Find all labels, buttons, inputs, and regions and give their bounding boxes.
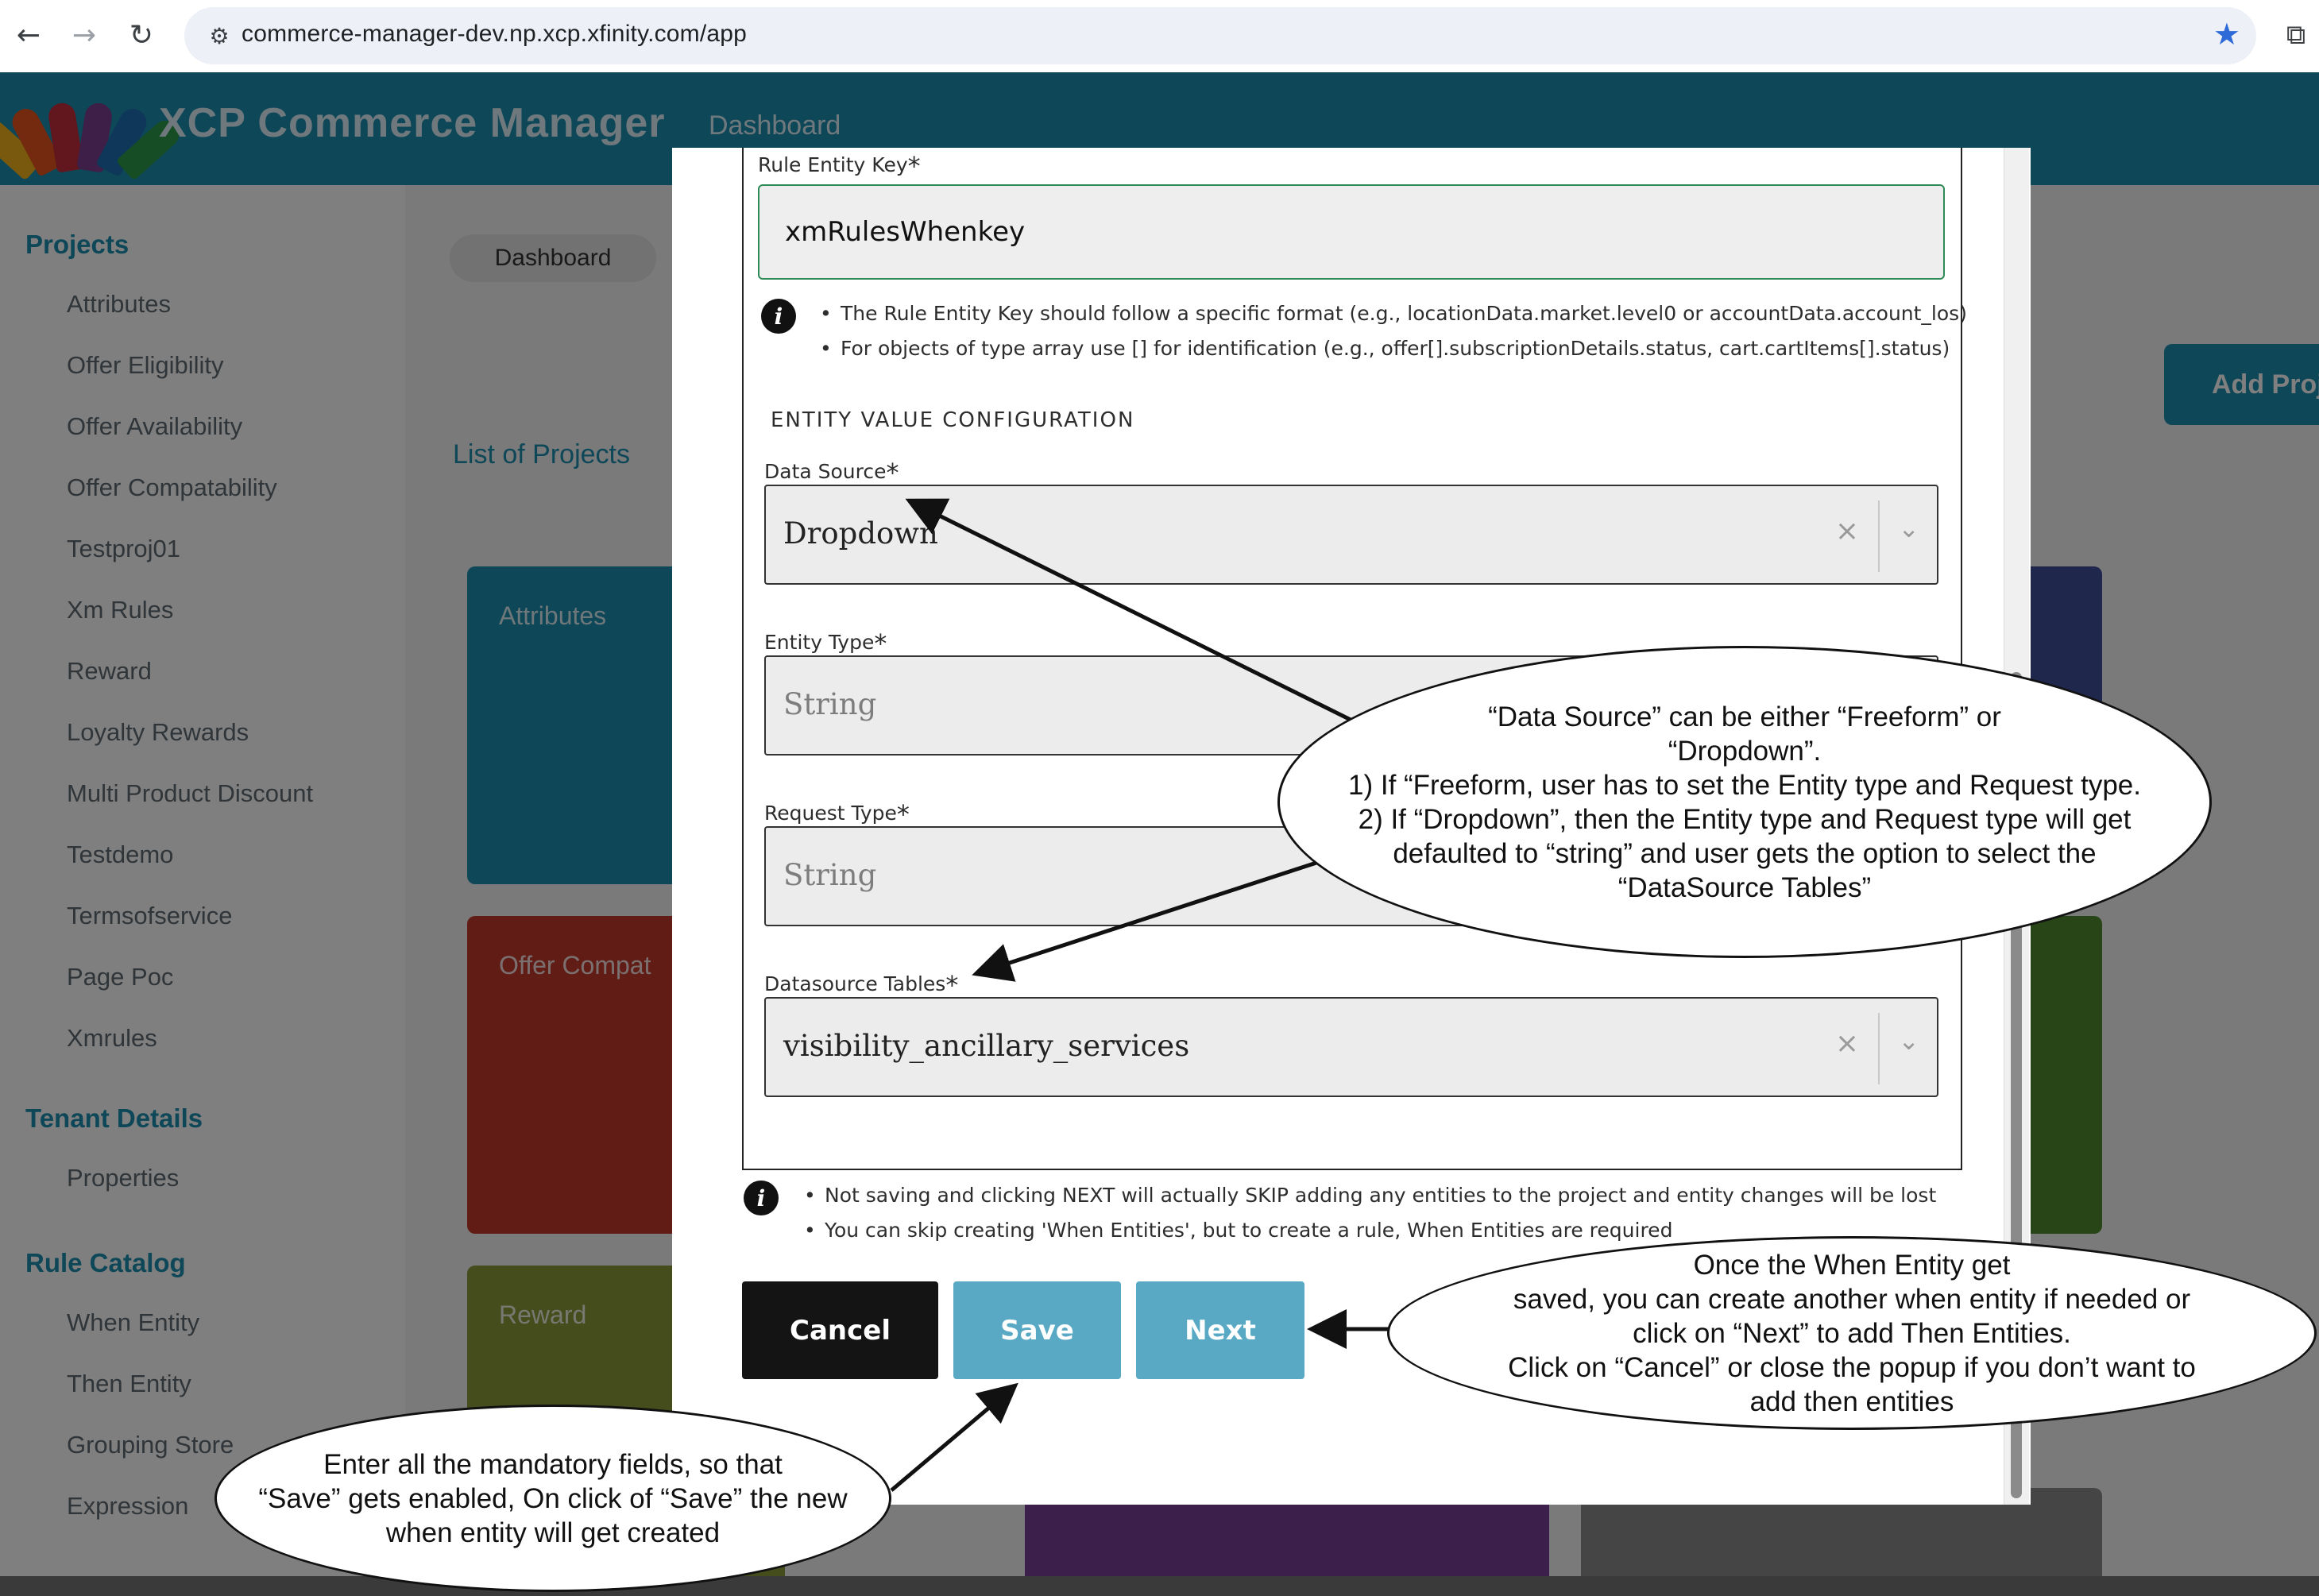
clear-icon[interactable]: × [1835, 515, 1859, 547]
url-text[interactable]: commerce-manager-dev.np.xcp.xfinity.com/… [242, 21, 747, 48]
save-note: Enter all the mandatory fields, so that … [258, 1448, 848, 1548]
data-source-value: Dropdown [783, 516, 938, 551]
save-callout: Enter all the mandatory fields, so that … [215, 1405, 891, 1592]
footer-note: You can skip creating 'When Entities', b… [804, 1219, 1672, 1242]
data-source-label: Data Source* [764, 458, 899, 488]
next-button[interactable]: Next [1136, 1281, 1304, 1379]
data-source-callout: “Data Source” can be either “Freeform” o… [1277, 646, 2212, 958]
select-separator [1878, 500, 1880, 572]
cancel-button[interactable]: Cancel [742, 1281, 938, 1379]
next-callout: Once the When Entity get saved, you can … [1387, 1236, 2317, 1430]
save-button[interactable]: Save [953, 1281, 1121, 1379]
data-source-select[interactable]: Dropdown × ⌄ [764, 485, 1938, 585]
clear-icon[interactable]: × [1835, 1027, 1859, 1060]
entity-type-value: String [783, 687, 877, 721]
reload-icon[interactable]: ↻ [121, 14, 162, 56]
data-source-note: “Data Source” can be either “Freeform” o… [1348, 701, 2141, 903]
address-bar[interactable]: ⚙ commerce-manager-dev.np.xcp.xfinity.co… [184, 7, 2256, 64]
request-type-label: Request Type* [764, 799, 910, 829]
bottom-bar [0, 1576, 2319, 1596]
rule-entity-key-input[interactable]: xmRulesWhenkey [758, 184, 1945, 280]
datasource-tables-value: visibility_ancillary_services [783, 1029, 1190, 1063]
rule-entity-key-label: Rule Entity Key* [758, 151, 921, 181]
key-hint: For objects of type array use [] for ide… [820, 337, 1950, 360]
section-title: ENTITY VALUE CONFIGURATION [771, 408, 1135, 432]
datasource-tables-label: Datasource Tables* [764, 970, 959, 1000]
chevron-down-icon[interactable]: ⌄ [1898, 1026, 1919, 1056]
chevron-down-icon[interactable]: ⌄ [1898, 513, 1919, 543]
forward-icon[interactable]: → [64, 14, 105, 56]
next-note: Once the When Entity get saved, you can … [1508, 1249, 2196, 1417]
entity-type-label: Entity Type* [764, 628, 887, 659]
site-info-icon[interactable]: ⚙ [202, 18, 237, 53]
back-icon[interactable]: ← [8, 14, 49, 56]
extensions-icon[interactable]: ⧉ [2277, 14, 2315, 56]
key-hint: The Rule Entity Key should follow a spec… [820, 302, 1967, 325]
info-icon: i [744, 1181, 779, 1215]
browser-toolbar: ← → ↻ ⚙ commerce-manager-dev.np.xcp.xfin… [0, 0, 2319, 72]
request-type-value: String [783, 858, 877, 892]
info-icon: i [761, 299, 796, 334]
datasource-tables-select[interactable]: visibility_ancillary_services × ⌄ [764, 997, 1938, 1097]
select-separator [1878, 1013, 1880, 1084]
bookmark-star-icon[interactable]: ★ [2213, 17, 2240, 52]
footer-note: Not saving and clicking NEXT will actual… [804, 1184, 1936, 1207]
